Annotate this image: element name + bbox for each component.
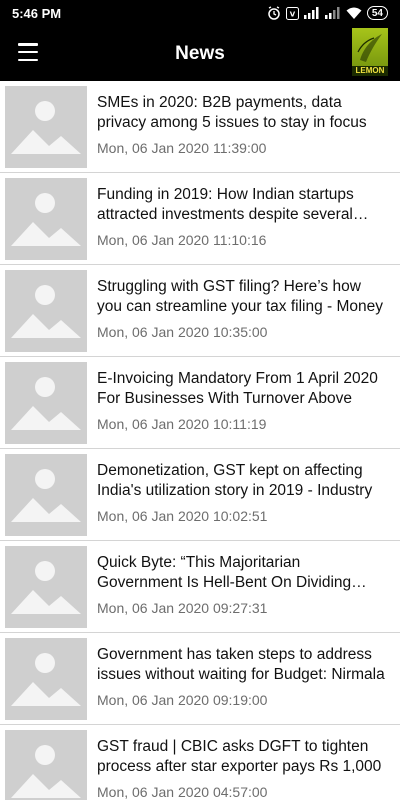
- news-date: Mon, 06 Jan 2020 11:39:00: [97, 140, 267, 156]
- status-icons: V 54: [267, 6, 388, 20]
- news-list-item[interactable]: Struggling with GST filing? Here’s how y…: [0, 265, 400, 357]
- image-placeholder-icon: [5, 638, 87, 720]
- news-date: Mon, 06 Jan 2020 10:35:00: [97, 324, 268, 340]
- volte-icon: V: [285, 6, 299, 20]
- hamburger-menu-icon[interactable]: [18, 43, 38, 61]
- lemon-logo: LEMON: [352, 28, 388, 76]
- image-placeholder-icon: [5, 362, 87, 444]
- news-date: Mon, 06 Jan 2020 04:57:00: [97, 784, 268, 800]
- news-list-item[interactable]: E-Invoicing Mandatory From 1 April 2020 …: [0, 357, 400, 449]
- battery-icon: 54: [366, 6, 388, 20]
- image-placeholder-icon: [5, 178, 87, 260]
- news-title: Funding in 2019: How Indian startups att…: [97, 186, 354, 223]
- news-date: Mon, 06 Jan 2020 10:02:51: [97, 508, 268, 524]
- svg-text:V: V: [290, 10, 296, 18]
- news-date: Mon, 06 Jan 2020 11:10:16: [97, 232, 267, 248]
- app-bar: News LEMON: [0, 26, 400, 81]
- news-title: Struggling with GST filing? Here’s how y…: [97, 278, 384, 315]
- news-title: SMEs in 2020: B2B payments, data privacy…: [97, 94, 367, 131]
- logo-text: LEMON: [352, 66, 388, 76]
- news-title: Quick Byte: “This Majoritarian Governmen…: [97, 554, 352, 591]
- news-title: Government has taken steps to address is…: [97, 646, 385, 683]
- alarm-icon: [267, 6, 281, 20]
- image-placeholder-icon: [5, 730, 87, 800]
- news-list-item[interactable]: Government has taken steps to address is…: [0, 633, 400, 725]
- news-date: Mon, 06 Jan 2020 09:27:31: [97, 600, 268, 616]
- page-title: News: [175, 42, 225, 64]
- news-list: SMEs in 2020: B2B payments, data privacy…: [0, 81, 400, 800]
- news-list-item[interactable]: Demonetization, GST kept on affecting In…: [0, 449, 400, 541]
- image-placeholder-icon: [5, 270, 87, 352]
- news-title: GST fraud | CBIC asks DGFT to tighten pr…: [97, 738, 382, 775]
- image-placeholder-icon: [5, 86, 87, 168]
- image-placeholder-icon: [5, 454, 87, 536]
- news-date: Mon, 06 Jan 2020 09:19:00: [97, 692, 268, 708]
- news-list-item[interactable]: Quick Byte: “This Majoritarian Governmen…: [0, 541, 400, 633]
- news-title: E-Invoicing Mandatory From 1 April 2020 …: [97, 370, 378, 407]
- news-list-item[interactable]: Funding in 2019: How Indian startups att…: [0, 173, 400, 265]
- image-placeholder-icon: [5, 546, 87, 628]
- news-list-item[interactable]: GST fraud | CBIC asks DGFT to tighten pr…: [0, 725, 400, 800]
- news-list-item[interactable]: SMEs in 2020: B2B payments, data privacy…: [0, 81, 400, 173]
- news-title: Demonetization, GST kept on affecting In…: [97, 462, 373, 499]
- status-time: 5:46 PM: [12, 5, 62, 21]
- signal-icon: [303, 7, 320, 19]
- news-date: Mon, 06 Jan 2020 10:11:19: [97, 416, 267, 432]
- status-bar: 5:46 PM V 54: [0, 0, 400, 26]
- wifi-icon: [346, 7, 362, 19]
- signal-icon: [324, 7, 341, 19]
